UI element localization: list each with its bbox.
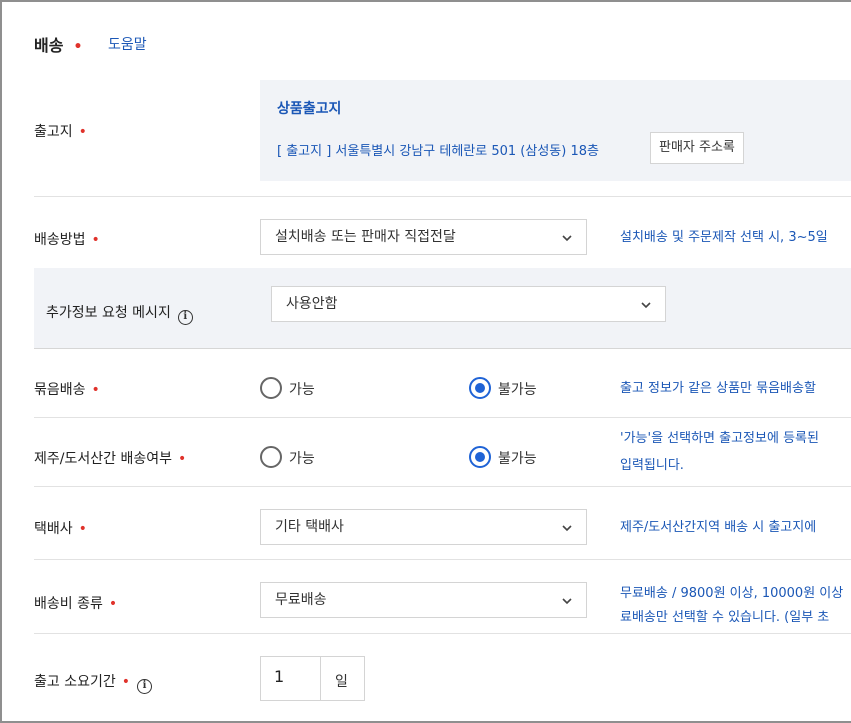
required-marker: • (91, 232, 100, 248)
required-marker: • (78, 521, 87, 537)
info-icon[interactable]: i (177, 310, 193, 325)
lead-time-group: 1 일 (260, 656, 365, 701)
lead-time-input[interactable]: 1 (261, 657, 321, 700)
divider (34, 348, 851, 349)
required-marker: • (91, 382, 100, 398)
fee-type-select[interactable]: 무료배송 (260, 582, 587, 618)
chevron-down-icon (641, 302, 651, 309)
courier-value: 기타 택배사 (275, 519, 344, 535)
divider (34, 559, 851, 560)
required-marker: • (108, 596, 118, 612)
fee-type-label: 배송비 종류 • (34, 596, 118, 612)
bundle-radio-no-label: 불가능 (498, 382, 537, 398)
bundle-radio-yes-label: 가능 (289, 382, 315, 398)
jeju-radio-no-label: 불가능 (498, 451, 537, 467)
chevron-down-icon (562, 525, 572, 532)
shipping-method-label: 배송방법 • (34, 232, 100, 248)
bundle-radio-yes[interactable] (260, 377, 282, 399)
divider (34, 417, 851, 418)
required-marker: • (121, 674, 130, 690)
info-icon[interactable]: i (137, 679, 152, 694)
bundle-radio-no[interactable] (469, 377, 491, 399)
lead-time-label: 출고 소요기간 • i (34, 671, 152, 694)
origin-box: 상품출고지 [ 출고지 ] 서울특별시 강남구 테헤란로 501 (삼성동) 1… (260, 80, 851, 181)
extra-info-select[interactable]: 사용안함 (271, 286, 666, 322)
bundle-hint: 출고 정보가 같은 상품만 묶음배송할 (620, 381, 816, 396)
chevron-down-icon (562, 598, 572, 605)
chevron-down-icon (562, 235, 572, 242)
courier-select[interactable]: 기타 택배사 (260, 509, 587, 545)
section-title: 배송 • (34, 36, 83, 55)
shipping-method-value: 설치배송 또는 판매자 직접전달 (275, 229, 456, 245)
divider (34, 633, 851, 634)
fee-type-hint-line2: 료배송만 선택할 수 있습니다. (일부 초 (620, 610, 830, 625)
origin-label: 출고지 • (34, 124, 87, 140)
jeju-hint-line1: '가능'을 선택하면 출고정보에 등록된 (620, 431, 819, 446)
required-marker: • (177, 451, 187, 467)
courier-label: 택배사 • (34, 521, 87, 537)
divider (34, 486, 851, 487)
jeju-label: 제주/도서산간 배송여부 • (34, 451, 187, 467)
lead-time-unit: 일 (335, 674, 348, 690)
bundle-label: 묶음배송 • (34, 382, 100, 398)
jeju-radio-yes[interactable] (260, 446, 282, 468)
help-link[interactable]: 도움말 (108, 34, 147, 54)
required-marker: • (73, 39, 83, 55)
extra-info-label: 추가정보 요청 메시지 i (46, 302, 193, 325)
extra-info-panel: 추가정보 요청 메시지 i 사용안함 (34, 268, 851, 348)
shipping-method-select[interactable]: 설치배송 또는 판매자 직접전달 (260, 219, 587, 255)
jeju-hint-line2: 입력됩니다. (620, 458, 684, 473)
fee-type-hint-line1: 무료배송 / 9800원 이상, 10000원 이상 (620, 586, 844, 601)
seller-address-book-button[interactable]: 판매자 주소록 (650, 132, 744, 164)
courier-hint: 제주/도서산간지역 배송 시 출고지에 (620, 520, 817, 535)
origin-box-title: 상품출고지 (277, 101, 342, 117)
shipping-method-hint: 설치배송 및 주문제작 선택 시, 3~5일 (620, 230, 828, 245)
fee-type-value: 무료배송 (275, 592, 327, 608)
required-marker: • (78, 124, 87, 140)
extra-info-value: 사용안함 (286, 296, 338, 312)
jeju-radio-no[interactable] (469, 446, 491, 468)
origin-address: [ 출고지 ] 서울특별시 강남구 테헤란로 501 (삼성동) 18층 (277, 144, 599, 159)
jeju-radio-yes-label: 가능 (289, 451, 315, 467)
divider (34, 196, 851, 197)
